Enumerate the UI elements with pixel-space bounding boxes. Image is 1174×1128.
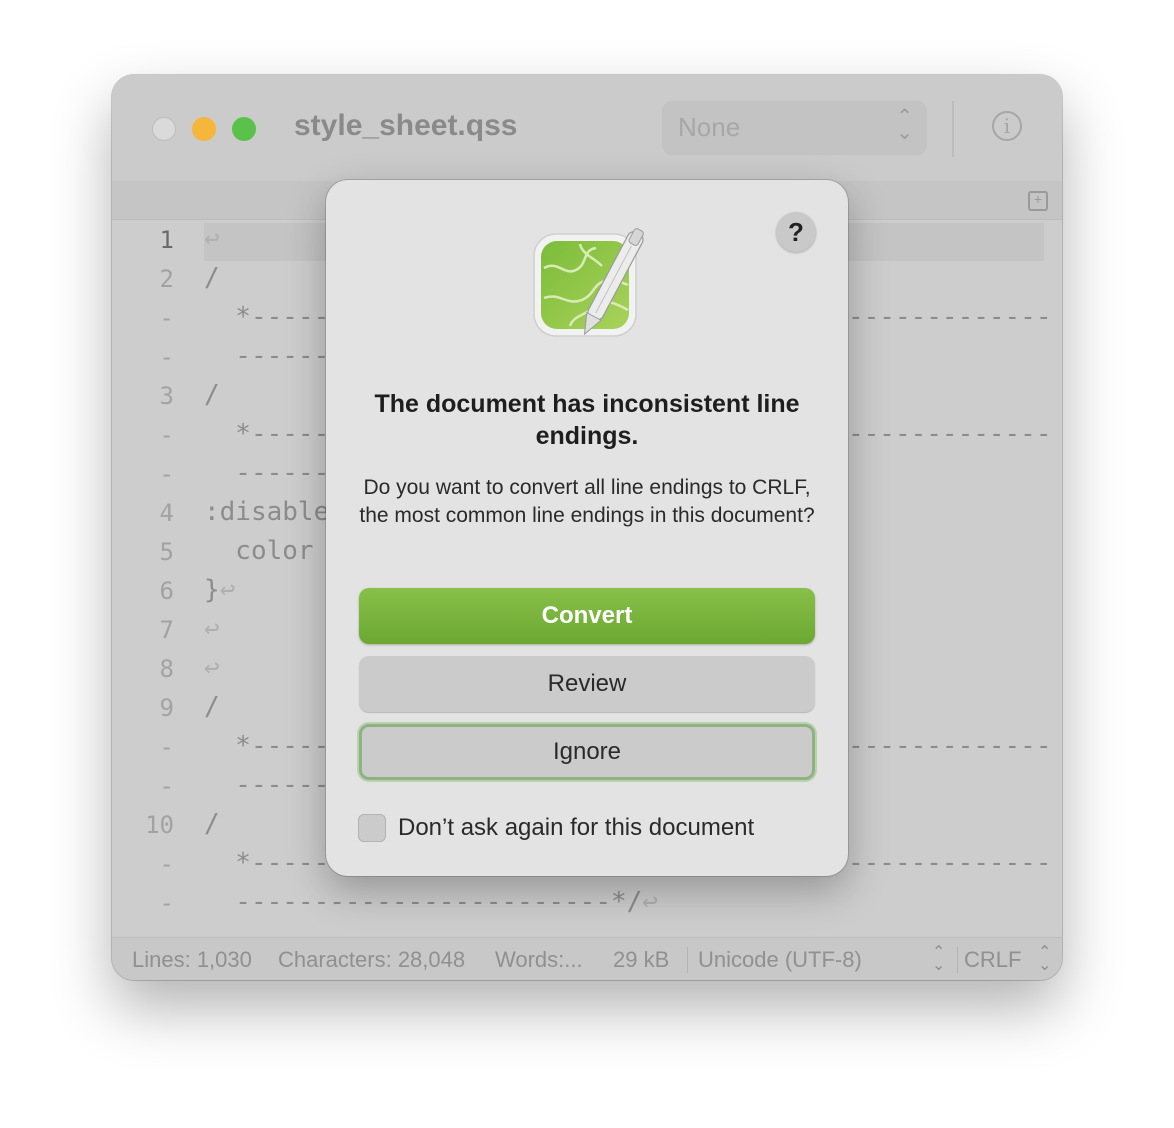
line-number: 2 <box>159 265 174 293</box>
code-text: :disable <box>204 497 330 527</box>
line-number: 5 <box>159 538 174 566</box>
line-ending-arrows-icon: ⌃ ⌄ <box>1038 944 1052 974</box>
line-number: - <box>159 889 174 917</box>
code-line: ↩ <box>204 614 220 644</box>
code-text: / <box>204 692 220 722</box>
line-ending-marker: ↩ <box>204 614 220 644</box>
dialog-title: The document has inconsistent line endin… <box>374 390 800 450</box>
encoding-arrows-icon: ⌃ ⌄ <box>932 944 946 974</box>
code-line: / <box>204 809 220 839</box>
review-button[interactable]: Review <box>359 656 815 712</box>
dialog-message: Do you want to convert all line endings … <box>359 476 815 527</box>
dont-ask-again-label: Don’t ask again for this document <box>398 814 755 841</box>
code-line-continuation: ------------- <box>848 731 1052 761</box>
line-number: - <box>159 421 174 449</box>
code-line: / <box>204 692 220 722</box>
code-line: ------------------------*/↩ <box>204 887 658 917</box>
code-line: color <box>204 536 314 566</box>
split-editor-icon[interactable]: + <box>1028 191 1048 211</box>
syntax-style-popup[interactable]: None ⌃ ⌄ <box>662 101 927 155</box>
help-button[interactable]: ? <box>776 212 816 252</box>
line-number: 7 <box>159 616 174 644</box>
line-number: - <box>159 850 174 878</box>
line-number: 3 <box>159 382 174 410</box>
code-text: } <box>204 575 220 605</box>
status-separator <box>687 947 688 973</box>
code-text: ------------------------*/ <box>204 887 643 917</box>
zoom-window-button[interactable] <box>232 117 256 141</box>
status-file-size: 29 kB <box>613 947 670 972</box>
title-bar: style_sheet.qss None ⌃ ⌄ i <box>112 75 1062 182</box>
code-line: :disable <box>204 497 329 527</box>
line-number: 1 <box>159 226 174 254</box>
line-ending-marker: ↩ <box>219 575 236 605</box>
line-number: - <box>159 733 174 761</box>
code-line-continuation: ------------- <box>848 302 1052 332</box>
encoding-popup[interactable]: Unicode (UTF-8) <box>698 947 862 973</box>
status-words: Words:... <box>495 947 583 972</box>
status-bar: Lines: 1,030 Characters: 28,048 Words:..… <box>112 937 1062 980</box>
code-text: ------ <box>204 770 330 800</box>
line-number: 4 <box>159 499 174 527</box>
code-line-continuation: ------------- <box>848 419 1052 449</box>
code-line: ------ <box>204 341 329 371</box>
code-line: / <box>204 380 220 410</box>
status-characters: Characters: 28,048 <box>278 947 466 972</box>
code-line: }↩ <box>204 575 235 605</box>
line-number: 6 <box>159 577 174 605</box>
line-number: - <box>159 304 174 332</box>
convert-button[interactable]: Convert <box>359 588 815 644</box>
line-ending-popup[interactable]: CRLF <box>964 947 1021 973</box>
line-number: 8 <box>159 655 174 683</box>
toolbar-separator <box>952 101 954 157</box>
line-number: - <box>159 343 174 371</box>
code-line-continuation: ------------- <box>848 848 1052 878</box>
minimize-window-button[interactable] <box>192 117 216 141</box>
code-line: / <box>204 263 220 293</box>
info-icon[interactable]: i <box>992 111 1022 141</box>
popup-arrows-icon: ⌃ ⌄ <box>896 106 913 144</box>
status-separator <box>957 947 958 973</box>
code-line: ↩ <box>204 653 220 683</box>
line-number: - <box>159 460 174 488</box>
code-text: ------ <box>204 341 330 371</box>
dont-ask-again-checkbox[interactable] <box>358 814 386 842</box>
document-title: style_sheet.qss <box>294 109 518 142</box>
line-ending-marker: ↩ <box>204 653 220 683</box>
code-line: ------ <box>204 458 329 488</box>
line-ending-marker: ↩ <box>642 887 658 917</box>
ignore-button[interactable]: Ignore <box>359 724 815 780</box>
code-text: color <box>204 536 314 566</box>
close-window-button[interactable] <box>152 117 176 141</box>
code-text: ------ <box>204 458 330 488</box>
code-line: ↩ <box>204 224 220 254</box>
code-text: / <box>204 263 220 293</box>
code-text: / <box>204 809 220 839</box>
line-number: - <box>159 772 174 800</box>
app-icon <box>533 228 644 337</box>
syntax-style-value: None <box>678 112 741 142</box>
code-text: / <box>204 380 220 410</box>
line-number: 10 <box>145 811 174 839</box>
line-ending-marker: ↩ <box>204 224 220 254</box>
line-number: 9 <box>159 694 174 722</box>
line-endings-dialog: ? The document has inconsistent line end… <box>326 180 848 876</box>
code-line: ------ <box>204 770 329 800</box>
status-lines: Lines: 1,030 <box>132 947 252 972</box>
